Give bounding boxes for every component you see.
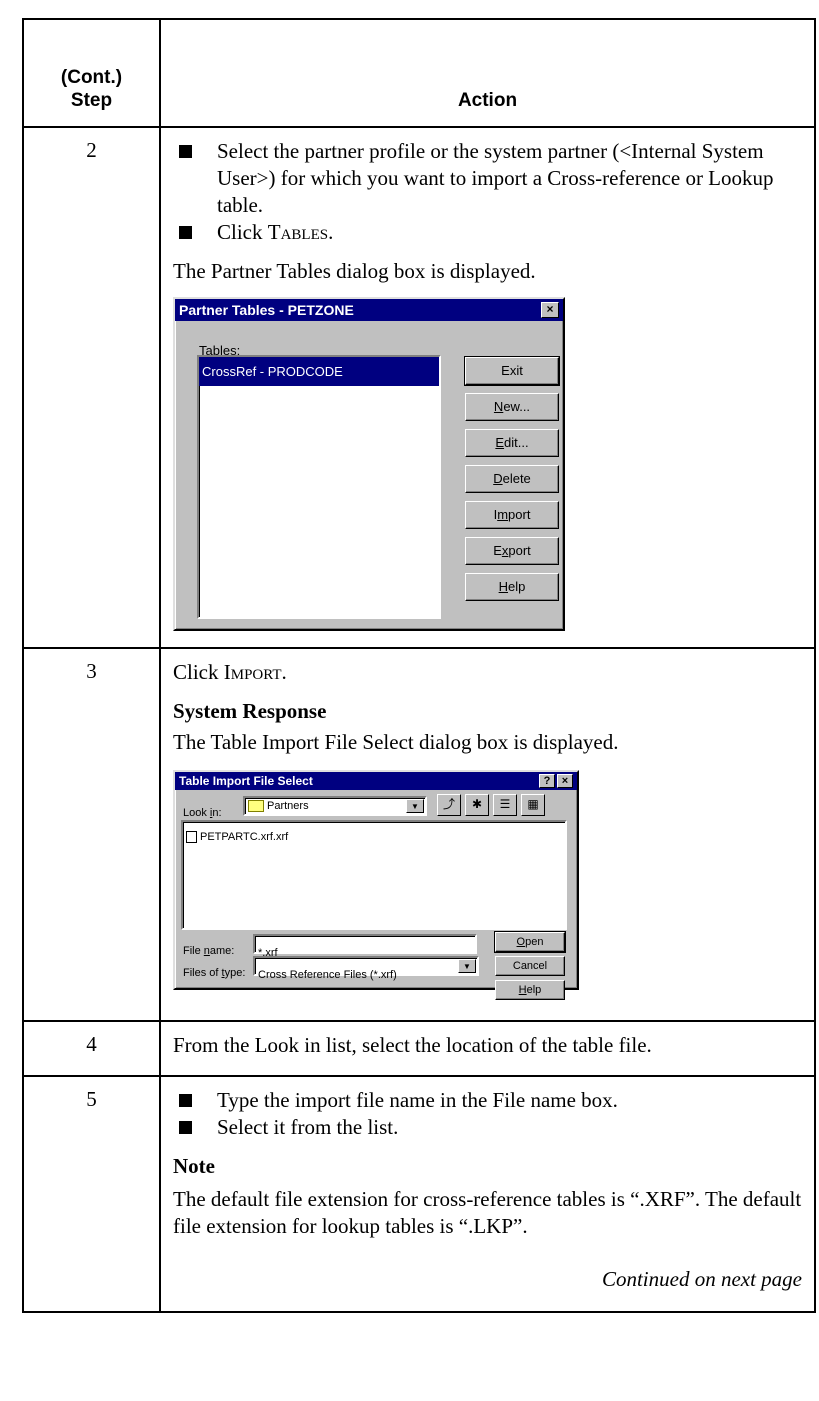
continued-label: Continued on next page [601, 1267, 802, 1291]
step-header-line2: Step [70, 90, 113, 111]
step-row-2: 2 Select the partner profile or the syst… [22, 126, 816, 649]
bullet-text-prefix: Click [217, 220, 268, 244]
delete-button[interactable]: Delete [465, 465, 559, 493]
step-header: (Cont.) Step [22, 18, 161, 128]
header-row: (Cont.) Step Action [22, 18, 816, 128]
bullet-text-suffix: . [328, 220, 334, 244]
list-view-icon[interactable]: ☰ [493, 794, 517, 816]
partner-tables-dialog: Partner Tables - PETZONE × Tables: Cross… [173, 297, 565, 631]
step-number: 3 [22, 647, 161, 1022]
file-list[interactable]: PETPARTC.xrf.xrf [181, 820, 567, 930]
edit-button[interactable]: Edit... [465, 429, 559, 457]
details-view-icon[interactable]: ▦ [521, 794, 545, 816]
open-button[interactable]: Open [494, 931, 566, 953]
file-name-input[interactable]: *.xrf [253, 934, 477, 959]
step-header-line1: (Cont.) [60, 67, 123, 88]
import-button[interactable]: Import [465, 501, 559, 529]
note-text: The default file extension for cross-ref… [173, 1187, 802, 1238]
help-button[interactable]: Help [495, 980, 565, 1000]
exit-button[interactable]: Exit [464, 356, 560, 386]
paragraph: The Partner Tables dialog box is display… [173, 259, 536, 283]
step-action: Click Import. System Response The Table … [159, 647, 816, 1022]
paragraph: The Table Import File Select dialog box … [173, 730, 619, 754]
bullet-square-icon [179, 145, 192, 158]
bullet-item: Select the partner profile or the system… [173, 138, 802, 219]
bullet-text: Type the import file name in the File na… [217, 1088, 618, 1112]
procedure-table: (Cont.) Step Action 2 Select the partner… [22, 18, 816, 1313]
dialog-title: Partner Tables - PETZONE [179, 302, 354, 318]
note-heading: Note [173, 1154, 215, 1178]
instruction: From the Look in list, select the locati… [173, 1033, 652, 1057]
bullet-text: Select the partner profile or the system… [217, 139, 774, 217]
step-row-5: 5 Type the import file name in the File … [22, 1075, 816, 1313]
folder-icon [248, 800, 264, 812]
step-action: Select the partner profile or the system… [159, 126, 816, 649]
step-action: From the Look in list, select the locati… [159, 1020, 816, 1077]
help-icon[interactable]: ? [539, 774, 555, 788]
step-row-3: 3 Click Import. System Response The Tabl… [22, 647, 816, 1022]
file-icon [186, 831, 197, 844]
new-folder-icon[interactable]: ✱ [465, 794, 489, 816]
bullet-item: Select it from the list. [173, 1114, 802, 1141]
bullet-text: Select it from the list. [217, 1115, 399, 1139]
action-header: Action [159, 18, 816, 128]
step-number: 4 [22, 1020, 161, 1077]
step-row-4: 4 From the Look in list, select the loca… [22, 1020, 816, 1077]
files-of-type-label: Files of type: [183, 967, 246, 979]
step-action: Type the import file name in the File na… [159, 1075, 816, 1313]
up-folder-icon[interactable]: ⤴ [437, 794, 461, 816]
step-number: 5 [22, 1075, 161, 1313]
close-icon[interactable]: × [541, 302, 559, 318]
close-icon[interactable]: × [557, 774, 573, 788]
list-item[interactable]: CrossRef - PRODCODE [199, 357, 439, 386]
list-item[interactable]: PETPARTC.xrf.xrf [183, 822, 565, 853]
bullet-square-icon [179, 1121, 192, 1134]
bullet-item: Type the import file name in the File na… [173, 1087, 802, 1114]
section-heading: System Response [173, 699, 327, 723]
bullet-square-icon [179, 226, 192, 239]
dialog-title-bar: Partner Tables - PETZONE × [175, 299, 563, 321]
chevron-down-icon[interactable]: ▼ [406, 799, 424, 813]
cancel-button[interactable]: Cancel [495, 956, 565, 976]
bullet-square-icon [179, 1094, 192, 1107]
help-button[interactable]: Help [465, 573, 559, 601]
export-button[interactable]: Export [465, 537, 559, 565]
bullet-text-keyword: Tables [267, 220, 329, 244]
dialog-title: Table Import File Select [179, 774, 313, 788]
new-button[interactable]: New... [465, 393, 559, 421]
tables-list[interactable]: CrossRef - PRODCODE [197, 355, 441, 619]
look-in-dropdown[interactable]: Partners ▼ [243, 796, 427, 816]
chevron-down-icon[interactable]: ▼ [458, 959, 476, 973]
dialog-title-bar: Table Import File Select ? × [175, 772, 577, 790]
table-import-file-select-dialog: Table Import File Select ? × Look in: Pa… [173, 770, 579, 1000]
instruction: Click Import. [173, 660, 287, 684]
files-of-type-dropdown[interactable]: Cross Reference Files (*.xrf) ▼ [253, 956, 479, 981]
bullet-item: Click Tables. [173, 219, 802, 246]
step-number: 2 [22, 126, 161, 649]
